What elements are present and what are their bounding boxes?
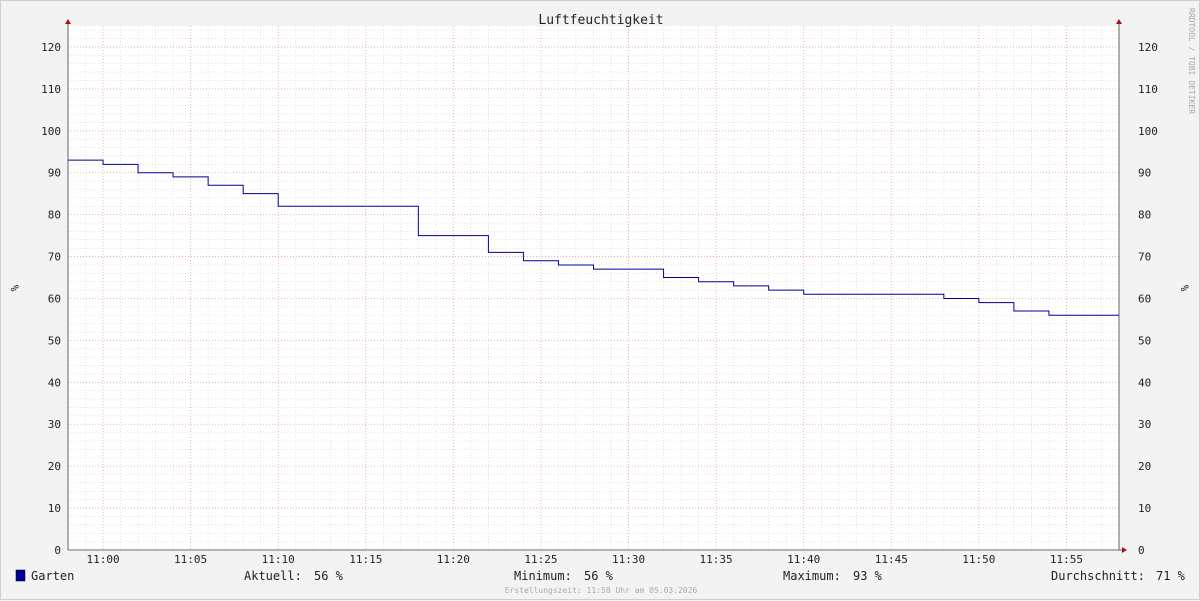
y-tick-label-left: 120 <box>41 41 61 54</box>
y-tick-label-right: 30 <box>1138 418 1151 431</box>
y-tick-label-left: 100 <box>41 125 61 138</box>
watermark-text: RRDTOOL / TOBI OETIKER <box>1187 8 1196 114</box>
x-tick-label: 11:30 <box>612 553 645 566</box>
y-tick-label-right: 70 <box>1138 251 1151 264</box>
x-tick-label: 11:15 <box>349 553 382 566</box>
y-axis-arrow-right <box>1116 19 1122 24</box>
y-tick-label-left: 60 <box>48 292 61 305</box>
footer-timestamp: Erstellungszeit: 11:58 Uhr am 05.03.2026 <box>505 586 698 595</box>
y-tick-label-right: 110 <box>1138 83 1158 96</box>
y-axis-label-left: % <box>8 285 21 292</box>
chart-title: Luftfeuchtigkeit <box>538 13 663 28</box>
y-tick-label-left: 0 <box>54 544 61 557</box>
y-tick-label-left: 30 <box>48 418 61 431</box>
y-tick-label-left: 70 <box>48 251 61 264</box>
legend-max-value: 93 % <box>853 569 883 583</box>
y-tick-label-left: 20 <box>48 460 61 473</box>
x-tick-label: 11:10 <box>262 553 295 566</box>
legend-series-name: Garten <box>31 569 74 583</box>
x-tick-label: 11:00 <box>86 553 119 566</box>
y-tick-label-right: 40 <box>1138 376 1151 389</box>
legend-swatch <box>15 569 26 582</box>
humidity-chart: 11:00 11:05 11:10 11:15 11:20 11:25 11:30 11:35… <box>8 8 1196 595</box>
y-tick-label-right: 100 <box>1138 125 1158 138</box>
y-axis-label-right: % <box>1178 285 1191 292</box>
y-tick-label-left: 10 <box>48 502 61 515</box>
x-tick-label: 11:40 <box>787 553 820 566</box>
legend-avg-value: 71 % <box>1156 569 1186 583</box>
chart-frame: 11:00 11:05 11:10 11:15 11:20 11:25 11:30 11:35… <box>0 0 1200 600</box>
legend-avg-label: Durchschnitt: <box>1051 569 1145 583</box>
x-axis-arrow <box>1122 547 1127 553</box>
y-tick-label-left: 80 <box>48 209 61 222</box>
y-tick-label-left: 90 <box>48 167 61 180</box>
y-tick-label-right: 90 <box>1138 167 1151 180</box>
legend-current-label: Aktuell: <box>244 569 302 583</box>
x-tick-label: 11:50 <box>962 553 995 566</box>
y-axis-arrow-left <box>65 19 71 24</box>
y-tick-label-right: 10 <box>1138 502 1151 515</box>
x-tick-label: 11:20 <box>437 553 470 566</box>
y-tick-label-left: 50 <box>48 334 61 347</box>
x-tick-label: 11:45 <box>875 553 908 566</box>
y-tick-label-right: 80 <box>1138 209 1151 222</box>
legend-current-value: 56 % <box>314 569 344 583</box>
legend-max-label: Maximum: <box>783 569 841 583</box>
y-tick-label-right: 0 <box>1138 544 1145 557</box>
legend-min-value: 56 % <box>584 569 614 583</box>
y-tick-label-right: 20 <box>1138 460 1151 473</box>
x-tick-label: 11:05 <box>174 553 207 566</box>
y-tick-label-right: 120 <box>1138 41 1158 54</box>
y-tick-label-left: 40 <box>48 376 61 389</box>
y-tick-label-right: 50 <box>1138 334 1151 347</box>
legend-min-label: Minimum: <box>514 569 572 583</box>
x-tick-label: 11:25 <box>524 553 557 566</box>
x-tick-label: 11:55 <box>1050 553 1083 566</box>
y-tick-label-left: 110 <box>41 83 61 96</box>
y-tick-label-right: 60 <box>1138 292 1151 305</box>
x-tick-label: 11:35 <box>700 553 733 566</box>
